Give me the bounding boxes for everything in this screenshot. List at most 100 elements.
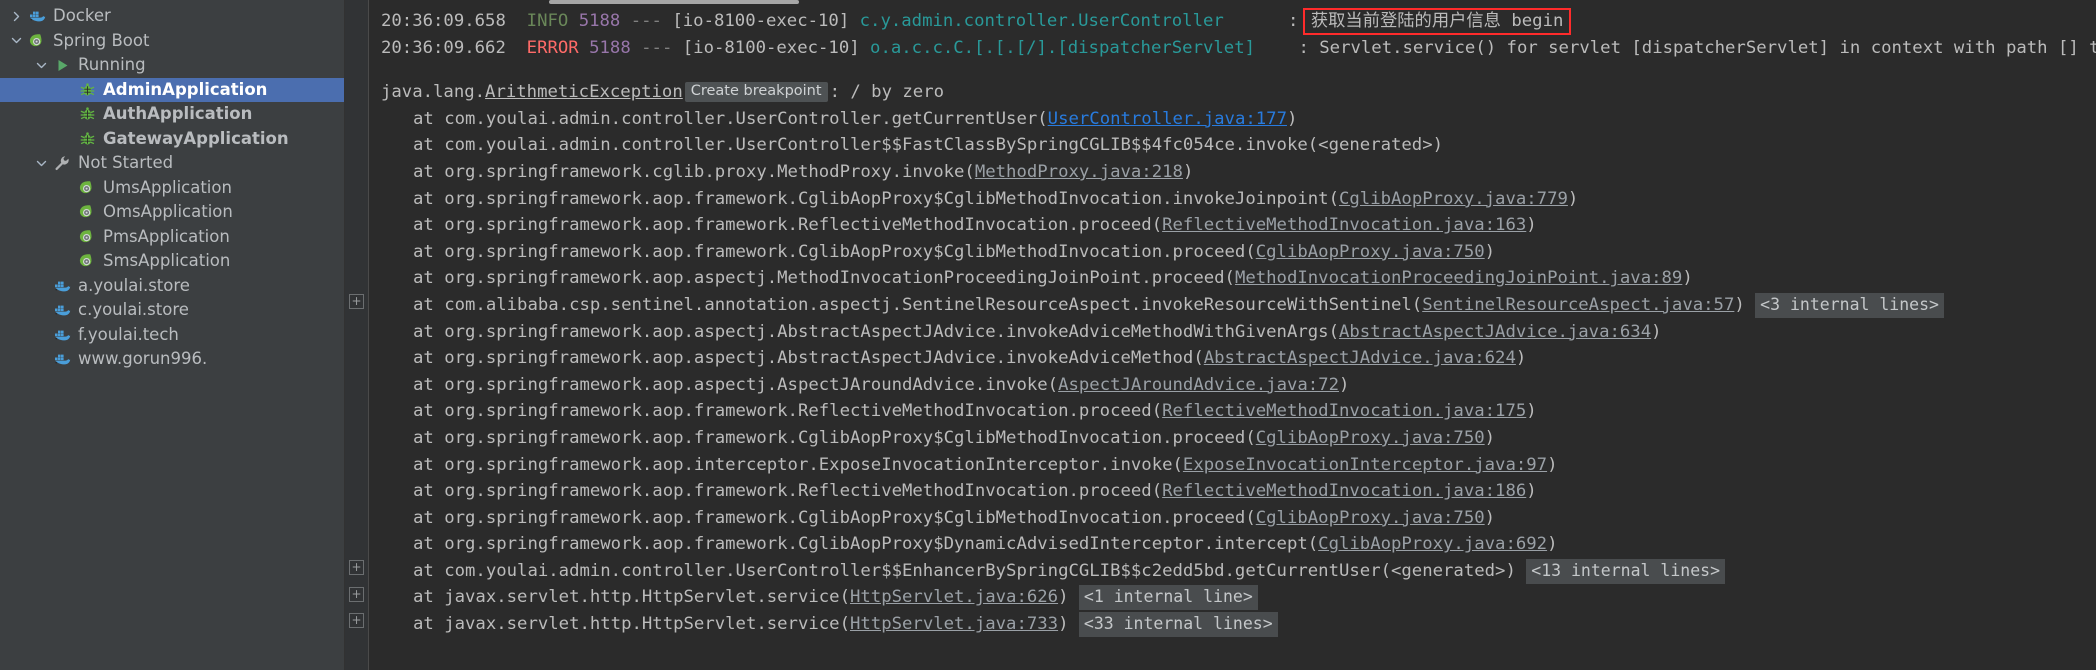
stack-frame-tail: ): [1526, 481, 1537, 502]
stack-frame-line[interactable]: at org.springframework.aop.aspectj.Abstr…: [381, 319, 2096, 346]
stack-frame-tail: ): [1182, 161, 1194, 182]
stack-frame-line[interactable]: at org.springframework.aop.framework.Ref…: [381, 478, 2096, 505]
sidebar-item-smsapplication[interactable]: SmsApplication: [0, 249, 344, 274]
stack-source-link[interactable]: AspectJAroundAdvice.java:72: [1058, 375, 1339, 395]
log-level: ERROR: [526, 37, 579, 58]
stack-frame-line[interactable]: at org.springframework.aop.framework.Cgl…: [381, 186, 2096, 213]
bug-icon: [76, 130, 98, 148]
stack-frame-line[interactable]: at org.springframework.aop.framework.Ref…: [381, 398, 2096, 425]
services-tree-sidebar[interactable]: Docker Spring Boot Running AdminApplication…: [0, 0, 345, 670]
stack-frame-signature: org.springframework.aop.framework.CglibA…: [444, 427, 1256, 448]
expand-frames-icon[interactable]: +: [349, 560, 364, 575]
stack-frame-signature: org.springframework.aop.framework.CglibA…: [444, 534, 1319, 555]
stack-frame-line[interactable]: at org.springframework.aop.framework.Ref…: [381, 212, 2096, 239]
chevron-right-icon[interactable]: [6, 11, 26, 22]
internal-lines-chip[interactable]: <13 internal lines>: [1526, 558, 1726, 584]
log-timestamp: 20:36:09.662: [381, 37, 506, 58]
stack-source-link[interactable]: ExposeInvocationInterceptor.java:97: [1183, 455, 1547, 475]
stack-source-link[interactable]: HttpServlet.java:626: [850, 587, 1058, 607]
expand-frames-icon[interactable]: +: [349, 294, 364, 309]
sidebar-item-label: PmsApplication: [103, 226, 230, 246]
stack-source-link[interactable]: HttpServlet.java:733: [850, 614, 1058, 634]
sidebar-item-omsapplication[interactable]: OmsApplication: [0, 200, 344, 225]
sidebar-item-label: c.youlai.store: [78, 300, 189, 319]
sidebar-item-label: f.youlai.tech: [78, 324, 179, 344]
sidebar-item-running[interactable]: Running: [0, 53, 344, 78]
sidebar-item-spring-boot[interactable]: Spring Boot: [0, 29, 344, 54]
stack-frame-signature: org.springframework.aop.framework.Reflec…: [444, 215, 1163, 236]
stack-frame-line[interactable]: at org.springframework.aop.framework.Cgl…: [381, 239, 2096, 266]
stack-frame-line[interactable]: at org.springframework.aop.framework.Cgl…: [381, 505, 2096, 532]
spring-boot-icon: [76, 228, 98, 246]
stack-source-link[interactable]: CglibAopProxy.java:750: [1256, 242, 1485, 262]
stack-frame-tail: ): [1734, 294, 1745, 315]
stack-source-link[interactable]: ReflectiveMethodInvocation.java:175: [1162, 401, 1526, 421]
stack-frame-line[interactable]: at org.springframework.aop.aspectj.Abstr…: [381, 345, 2096, 372]
internal-lines-chip[interactable]: <1 internal line>: [1078, 585, 1258, 611]
expand-frames-icon[interactable]: +: [349, 586, 364, 602]
log-colon: :: [1288, 11, 1299, 31]
sidebar-item-docker[interactable]: Docker: [0, 4, 344, 29]
stack-frame-line[interactable]: at com.youlai.admin.controller.UserContr…: [381, 558, 2096, 585]
sidebar-item-authapplication[interactable]: AuthApplication: [0, 102, 344, 127]
stack-frame-tail: ): [1286, 108, 1298, 129]
stack-source-link[interactable]: MethodInvocationProceedingJoinPoint.java…: [1235, 268, 1682, 288]
stack-frame-line[interactable]: at org.springframework.aop.framework.Cgl…: [381, 425, 2096, 452]
chevron-down-icon[interactable]: [31, 158, 51, 169]
stack-frame-line[interactable]: at com.youlai.admin.controller.UserContr…: [381, 132, 2096, 159]
stack-frame-tail: ): [1682, 268, 1693, 289]
stack-at-keyword: at: [413, 534, 445, 555]
sidebar-item-c-youlai-store[interactable]: c.youlai.store: [0, 298, 344, 323]
log-separator: ---: [630, 11, 662, 31]
sidebar-item-gatewayapplication[interactable]: GatewayApplication: [0, 127, 344, 152]
internal-lines-chip[interactable]: <3 internal lines>: [1755, 292, 1944, 318]
log-pid: 5188: [578, 11, 621, 31]
stack-source-link[interactable]: ReflectiveMethodInvocation.java:163: [1162, 215, 1526, 235]
stack-frame-line[interactable]: at org.springframework.aop.aspectj.Aspec…: [381, 372, 2096, 399]
stack-source-link[interactable]: MethodProxy.java:218: [975, 162, 1183, 182]
chevron-down-icon[interactable]: [6, 35, 26, 46]
exception-detail: / by zero: [850, 82, 945, 103]
chevron-down-icon[interactable]: [31, 60, 51, 71]
stack-frame-line[interactable]: at com.youlai.admin.controller.UserContr…: [381, 106, 2096, 133]
stack-source-link[interactable]: SentinelResourceAspect.java:57: [1422, 295, 1734, 315]
docker-icon: [51, 350, 73, 368]
stack-frame-line[interactable]: at org.springframework.aop.framework.Cgl…: [381, 531, 2096, 558]
stack-frame-line[interactable]: at org.springframework.aop.aspectj.Metho…: [381, 265, 2096, 292]
sidebar-item-umsapplication[interactable]: UmsApplication: [0, 176, 344, 201]
sidebar-item-f-youlai-tech[interactable]: f.youlai.tech: [0, 323, 344, 348]
sidebar-item-not-started[interactable]: Not Started: [0, 151, 344, 176]
stack-source-link[interactable]: AbstractAspectJAdvice.java:624: [1204, 348, 1516, 368]
create-breakpoint-chip[interactable]: Create breakpoint: [684, 82, 828, 103]
stack-source-link[interactable]: AbstractAspectJAdvice.java:634: [1339, 322, 1651, 342]
stack-at-keyword: at: [413, 401, 445, 422]
sidebar-item-pmsapplication[interactable]: PmsApplication: [0, 225, 344, 250]
stack-frame-signature: org.springframework.cglib.proxy.MethodPr…: [444, 161, 975, 182]
log-level: INFO: [526, 11, 569, 31]
stack-source-link[interactable]: CglibAopProxy.java:750: [1256, 428, 1485, 448]
sidebar-item-label: a.youlai.store: [78, 275, 190, 295]
stack-frame-signature: com.youlai.admin.controller.UserControll…: [444, 108, 1048, 129]
sidebar-item-a-youlai-store[interactable]: a.youlai.store: [0, 274, 344, 299]
stack-frame-line[interactable]: at javax.servlet.http.HttpServlet.servic…: [381, 584, 2096, 611]
expand-frames-icon[interactable]: +: [349, 613, 364, 629]
stack-frame-tail: ): [1526, 215, 1537, 236]
stack-source-link[interactable]: CglibAopProxy.java:692: [1318, 534, 1547, 554]
stack-frame-line[interactable]: at javax.servlet.http.HttpServlet.servic…: [381, 611, 2096, 638]
stack-source-link[interactable]: CglibAopProxy.java:779: [1339, 189, 1568, 209]
sidebar-item-adminapplication[interactable]: AdminApplication: [0, 77, 344, 102]
stack-at-keyword: at: [413, 427, 445, 448]
stack-frame-line[interactable]: at org.springframework.aop.interceptor.E…: [381, 452, 2096, 479]
exception-package: java.lang.: [381, 82, 486, 103]
stack-source-link[interactable]: CglibAopProxy.java:750: [1256, 508, 1485, 528]
internal-lines-chip[interactable]: <33 internal lines>: [1078, 612, 1278, 638]
stack-frame-line[interactable]: at org.springframework.cglib.proxy.Metho…: [381, 159, 2096, 186]
stack-source-link[interactable]: UserController.java:177: [1048, 109, 1287, 129]
stack-frame-line[interactable]: at com.alibaba.csp.sentinel.annotation.a…: [381, 292, 2096, 319]
stack-at-keyword: at: [413, 135, 445, 156]
stack-source-link[interactable]: ReflectiveMethodInvocation.java:186: [1162, 481, 1526, 501]
console-output[interactable]: 20:36:09.658 INFO 5188 --- [io-8100-exec…: [369, 3, 2096, 670]
sidebar-item-label: AdminApplication: [103, 79, 268, 99]
sidebar-item-www-gorun996[interactable]: www.gorun996.: [0, 347, 344, 372]
run-console-panel[interactable]: + + + + 20:36:09.658 INFO 5188 --- [io-8100…: [345, 0, 2096, 670]
